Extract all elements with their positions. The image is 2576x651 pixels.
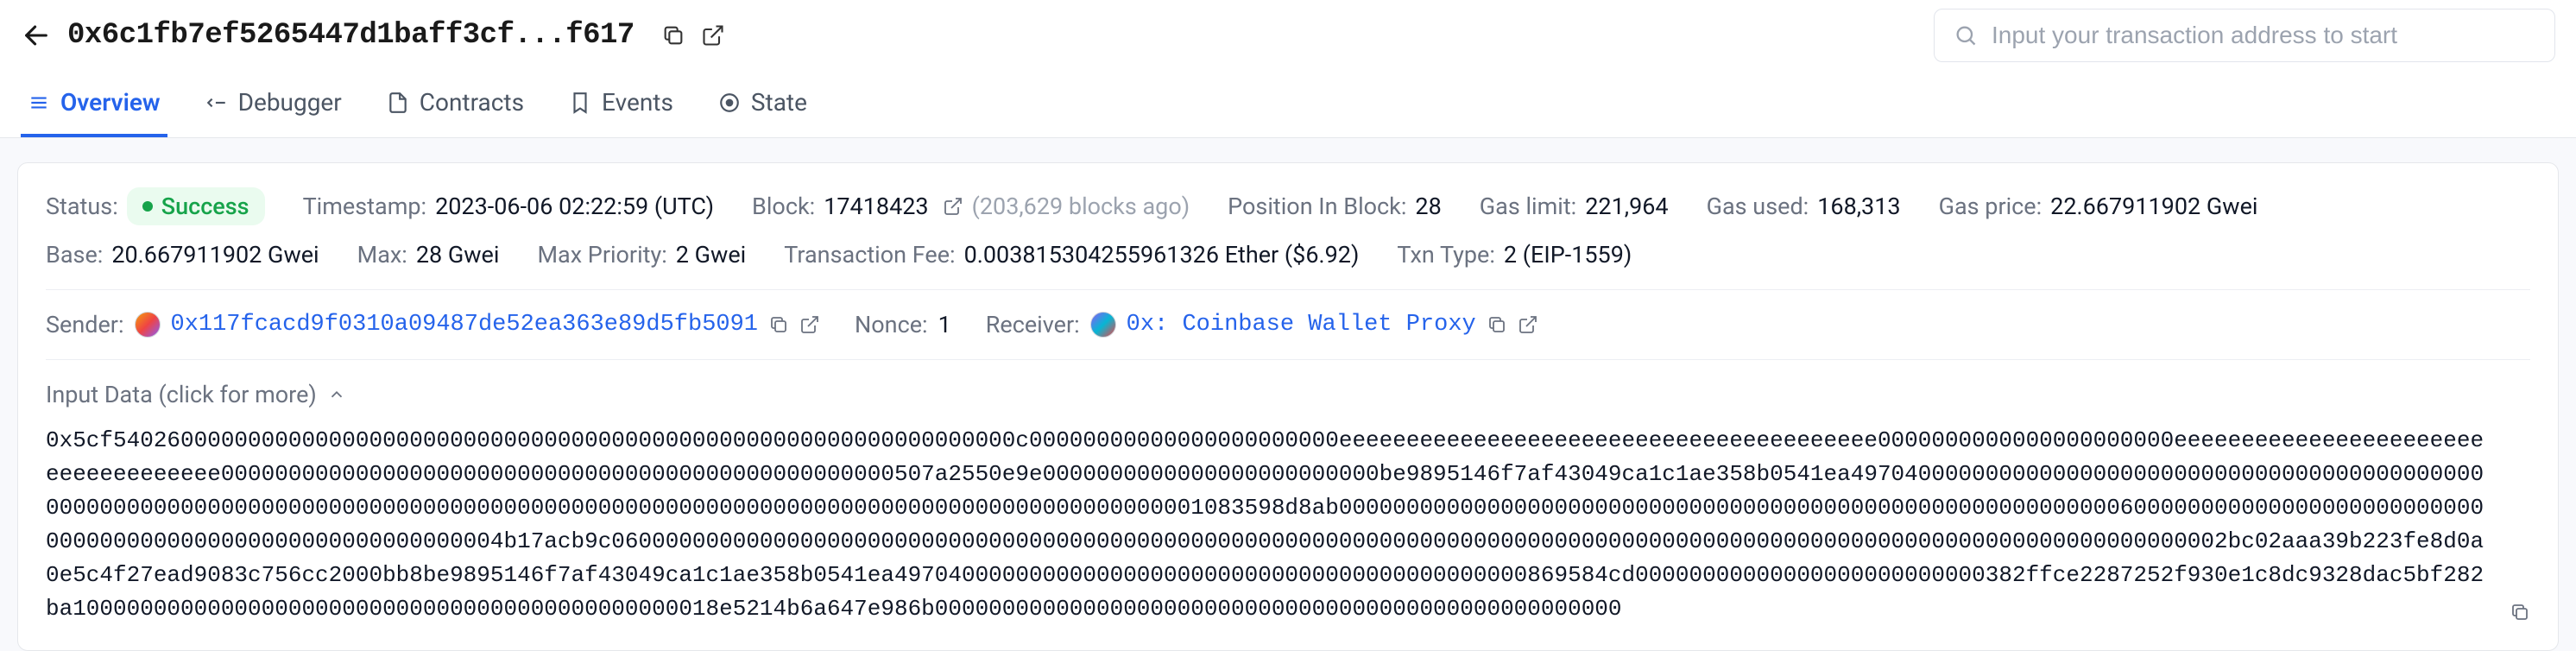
block-item: Block: 17418423 (203,629 blocks ago): [752, 193, 1190, 220]
tab-label: Contracts: [420, 88, 524, 117]
sender-address[interactable]: 0x117fcacd9f0310a09487de52ea363e89d5fb50…: [171, 312, 759, 338]
search-icon: [1954, 23, 1978, 47]
txn-type-label: Txn Type:: [1397, 241, 1495, 269]
block-value[interactable]: 17418423: [824, 193, 928, 220]
input-data-header[interactable]: Input Data (click for more): [46, 381, 2530, 408]
title-actions: [660, 22, 726, 48]
txn-fee-value: 0.003815304255961326 Ether ($6.92): [964, 241, 1360, 269]
sender-label: Sender:: [46, 311, 124, 338]
tab-label: Overview: [60, 88, 161, 117]
receiver-external-link-icon[interactable]: [1518, 314, 1538, 335]
status-item: Status: Success: [46, 187, 265, 225]
txn-fee-label: Transaction Fee:: [784, 241, 955, 269]
tab-label: Debugger: [238, 88, 342, 117]
nonce-value: 1: [938, 311, 951, 338]
sender-external-link-icon[interactable]: [799, 314, 820, 335]
overview-panel: Status: Success Timestamp: 2023-06-06 02…: [17, 162, 2559, 651]
block-external-link-icon[interactable]: [943, 196, 963, 217]
max-item: Max: 28 Gwei: [357, 241, 500, 269]
timestamp-label: Timestamp:: [303, 193, 427, 220]
gas-used-value: 168,313: [1817, 193, 1900, 220]
divider: [46, 359, 2530, 360]
tab-state[interactable]: State: [711, 76, 814, 137]
txn-fee-item: Transaction Fee: 0.003815304255961326 Et…: [784, 241, 1359, 269]
meta-row-2: Base: 20.667911902 Gwei Max: 28 Gwei Max…: [46, 241, 2530, 269]
header-left: 0x6c1fb7ef5265447d1baff3cf...f617: [21, 19, 726, 52]
input-data-value: 0x5cf54026000000000000000000000000000000…: [46, 424, 2492, 626]
gas-used-label: Gas used:: [1707, 193, 1809, 220]
status-value: Success: [161, 193, 249, 220]
chevron-up-icon: [327, 385, 346, 404]
nonce-label: Nonce:: [855, 311, 928, 338]
block-label: Block:: [752, 193, 815, 220]
input-data-label: Input Data (click for more): [46, 381, 317, 408]
position-label: Position In Block:: [1228, 193, 1406, 220]
gas-limit-value: 221,964: [1585, 193, 1668, 220]
base-value: 20.667911902 Gwei: [111, 241, 319, 269]
position-item: Position In Block: 28: [1228, 193, 1442, 220]
copy-hash-icon[interactable]: [660, 22, 686, 48]
max-priority-item: Max Priority: 2 Gwei: [537, 241, 746, 269]
receiver-address[interactable]: 0x: Coinbase Wallet Proxy: [1127, 312, 1476, 338]
base-item: Base: 20.667911902 Gwei: [46, 241, 319, 269]
gas-price-value: 22.667911902 Gwei: [2050, 193, 2257, 220]
timestamp-item: Timestamp: 2023-06-06 02:22:59 (UTC): [303, 193, 714, 220]
receiver-label: Receiver:: [986, 311, 1080, 338]
gas-limit-item: Gas limit: 221,964: [1480, 193, 1669, 220]
back-button[interactable]: [21, 20, 52, 51]
receiver-item: Receiver: 0x: Coinbase Wallet Proxy: [986, 311, 1538, 338]
max-value: 28 Gwei: [416, 241, 500, 269]
blocks-ago: (203,629 blocks ago): [972, 193, 1190, 220]
max-priority-value: 2 Gwei: [676, 241, 746, 269]
base-label: Base:: [46, 241, 103, 269]
gas-price-label: Gas price:: [1939, 193, 2042, 220]
gas-used-item: Gas used: 168,313: [1707, 193, 1901, 220]
receiver-avatar-icon: [1090, 312, 1116, 338]
copy-receiver-icon[interactable]: [1487, 314, 1507, 335]
tab-contracts[interactable]: Contracts: [380, 76, 531, 137]
input-data-container: 0x5cf54026000000000000000000000000000000…: [46, 408, 2530, 626]
gas-price-item: Gas price: 22.667911902 Gwei: [1939, 193, 2258, 220]
tab-label: State: [751, 88, 807, 117]
max-label: Max:: [357, 241, 407, 269]
tab-events[interactable]: Events: [562, 76, 680, 137]
status-label: Status:: [46, 193, 118, 220]
divider: [46, 289, 2530, 290]
gas-limit-label: Gas limit:: [1480, 193, 1576, 220]
timestamp-value: 2023-06-06 02:22:59 (UTC): [435, 193, 714, 220]
sender-item: Sender: 0x117fcacd9f0310a09487de52ea363e…: [46, 311, 820, 338]
tab-bar: Overview Debugger Contracts Events State: [0, 76, 2576, 138]
page-header: 0x6c1fb7ef5265447d1baff3cf...f617: [0, 0, 2576, 76]
tab-overview[interactable]: Overview: [21, 76, 167, 137]
external-link-icon[interactable]: [700, 22, 726, 48]
tab-label: Events: [602, 88, 673, 117]
position-value: 28: [1415, 193, 1441, 220]
sender-avatar-icon: [135, 312, 161, 338]
status-badge: Success: [127, 187, 265, 225]
status-dot-icon: [142, 201, 153, 212]
max-priority-label: Max Priority:: [537, 241, 666, 269]
txn-type-value: 2 (EIP-1559): [1504, 241, 1632, 269]
txn-type-item: Txn Type: 2 (EIP-1559): [1397, 241, 1632, 269]
tab-debugger[interactable]: Debugger: [199, 76, 349, 137]
search-box[interactable]: [1934, 9, 2555, 62]
nonce-item: Nonce: 1: [855, 311, 951, 338]
search-input[interactable]: [1992, 22, 2535, 49]
copy-sender-icon[interactable]: [768, 314, 789, 335]
copy-input-data-icon[interactable]: [2510, 602, 2530, 623]
transaction-hash-title: 0x6c1fb7ef5265447d1baff3cf...f617: [67, 19, 635, 52]
address-row: Sender: 0x117fcacd9f0310a09487de52ea363e…: [46, 311, 2530, 338]
meta-row-1: Status: Success Timestamp: 2023-06-06 02…: [46, 187, 2530, 225]
